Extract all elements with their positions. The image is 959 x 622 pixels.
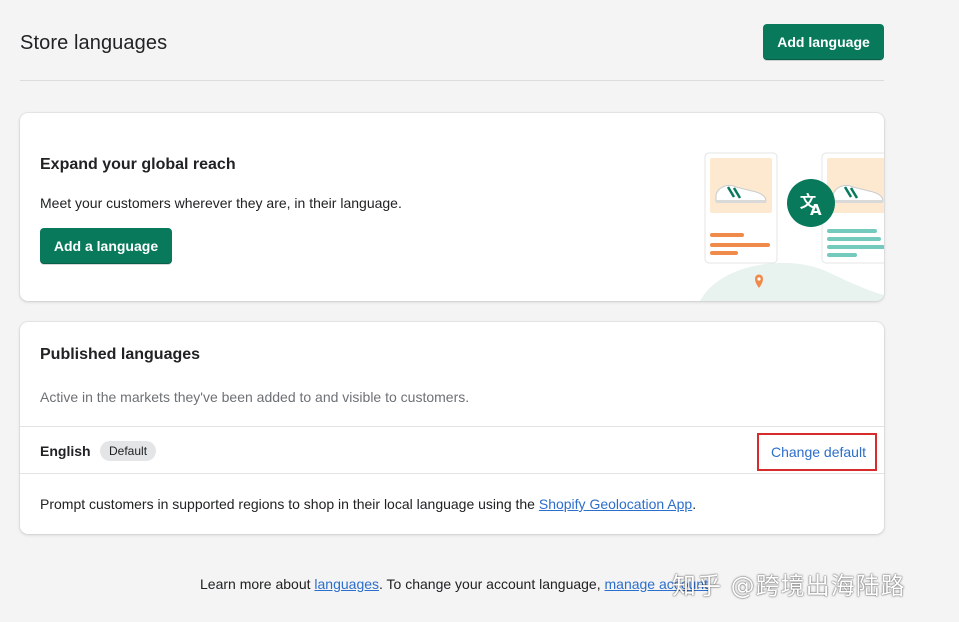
geolocation-app-link[interactable]: Shopify Geolocation App [539,496,692,512]
published-languages-title: Published languages [40,346,201,363]
footer-middle: . To change your account language, [379,576,605,592]
language-row: English Default Change default [20,426,884,474]
product-card-left [704,152,778,264]
change-default-button[interactable]: Change default [771,444,866,460]
page-header: Store languages Add language [20,0,884,81]
published-languages-card: Published languages Active in the market… [20,322,884,534]
geolocation-prompt-prefix: Prompt customers in supported regions to… [40,496,539,512]
svg-text:A: A [810,201,822,219]
default-badge: Default [100,441,157,461]
add-language-button[interactable]: Add language [763,24,884,60]
footer-help-text: Learn more about languages. To change yo… [200,576,708,592]
add-a-language-button[interactable]: Add a language [40,228,172,264]
watermark: 知乎 @跨境出海陆路 [672,572,906,600]
expand-reach-card: Expand your global reach Meet your custo… [20,113,884,301]
language-name: English [40,443,91,459]
reach-card-text: Meet your customers wherever they are, i… [40,195,402,211]
geolocation-prompt: Prompt customers in supported regions to… [40,496,696,512]
page-title: Store languages [20,32,168,54]
languages-link[interactable]: languages [314,576,379,592]
footer-prefix: Learn more about [200,576,315,592]
language-illustration: 文 A [700,152,884,301]
published-languages-subtitle: Active in the markets they've been added… [40,389,470,405]
reach-card-title: Expand your global reach [40,156,236,173]
translate-icon: 文 A [787,179,835,227]
geolocation-prompt-suffix: . [692,496,697,512]
highlight-box: Change default [757,433,877,471]
